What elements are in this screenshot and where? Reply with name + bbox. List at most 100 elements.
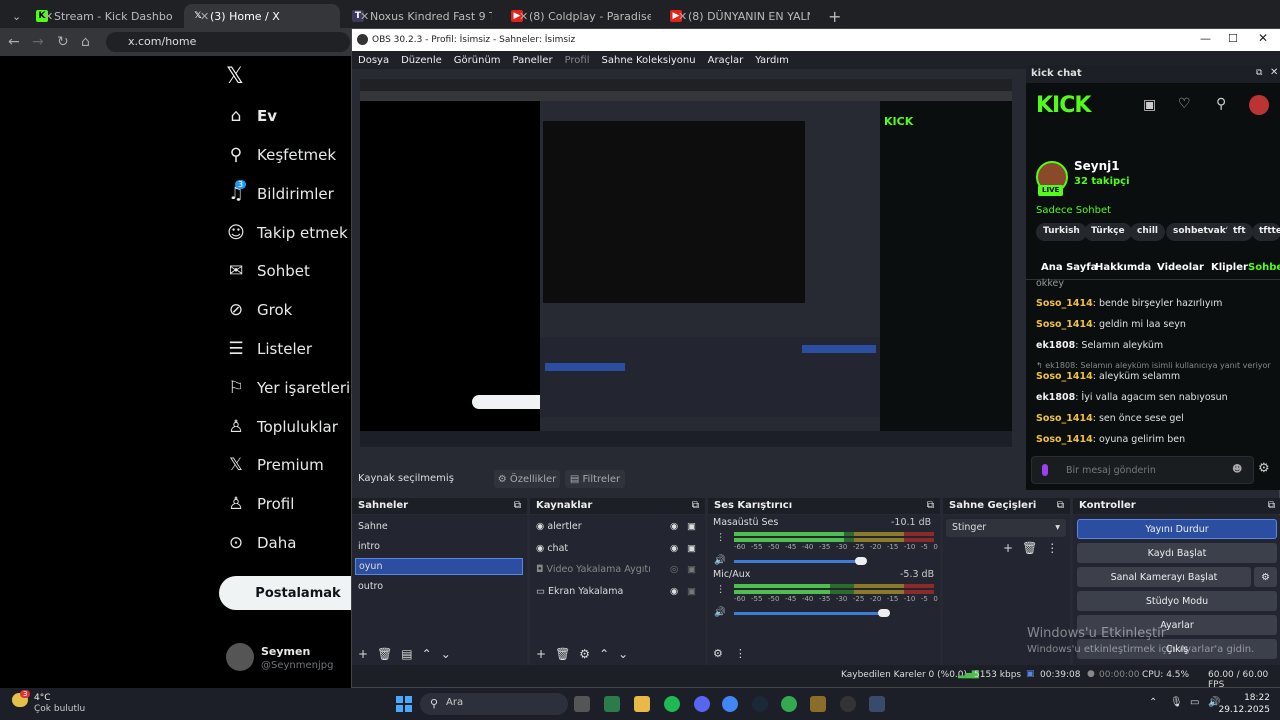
start-recording-button[interactable]: Kaydı Başlat [1077,543,1277,563]
app-icon[interactable] [810,696,826,712]
tab-coldplay[interactable]: ▶ (8) Coldplay - Paradise (Official ✕ [503,4,659,28]
tab-dunyanin[interactable]: ▶ (8) DÜNYANIN EN YALNIZ EVİN ✕ [662,4,818,28]
filter-icon[interactable]: ▤ [401,647,412,661]
speaker-icon[interactable]: 🔊 [714,555,726,566]
close-icon[interactable]: ✕ [1270,67,1278,78]
nav-lists[interactable]: ☰ Listeler [226,339,312,359]
spotify-icon[interactable] [664,696,680,712]
nav-bookmarks[interactable]: ⚐ Yer işaretleri [226,378,350,398]
trash-icon[interactable]: 🗑 [1022,541,1037,555]
eye-off-icon[interactable]: ◎ [670,564,678,575]
settings-icon[interactable]: ⚙ [1258,461,1270,476]
nav-more[interactable]: ⊙ Daha [226,533,297,553]
nav-notifications[interactable]: ♫ 3 Bildirimler [226,180,334,204]
close-icon[interactable]: ✕ [360,10,369,23]
tab-list-button[interactable]: ⌄ [4,4,26,28]
obs-preview[interactable]: KICK [360,79,1012,447]
menu-profile[interactable]: Profil [565,55,590,66]
task-view-icon[interactable] [574,696,590,712]
arrow-down-icon[interactable]: ⌄ [441,647,451,661]
source-item[interactable]: ◘ Video Yakalama Aygıtı [536,564,651,575]
close-icon[interactable]: ✕ [200,10,209,23]
kick-logo[interactable]: KICK [1036,93,1091,118]
tag-chip[interactable]: chill [1130,223,1165,241]
float-icon[interactable]: ⧉ [1268,500,1275,511]
tab-home[interactable]: Ana Sayfa [1041,262,1097,273]
nav-profile[interactable]: ♙ Profil [226,494,294,514]
virtual-camera-button[interactable]: Sanal Kamerayı Başlat [1077,567,1251,587]
menu-scene-collection[interactable]: Sahne Koleksiyonu [602,55,696,66]
source-item[interactable]: ◉ chat [536,543,568,554]
tray-expand-icon[interactable]: ⌃ [1149,697,1157,708]
close-icon[interactable]: ✕ [44,10,53,23]
menu-edit[interactable]: Düzenle [401,55,442,66]
lock-icon[interactable]: ▣ [687,543,696,554]
eye-icon[interactable]: ◉ [670,586,678,597]
speaker-icon[interactable]: 🔊 [714,607,726,618]
nav-grok[interactable]: ⊘ Grok [226,300,292,320]
forward-icon[interactable]: → [32,34,44,50]
menu-help[interactable]: Yardım [755,55,789,66]
source-item[interactable]: ◉ alertler [536,521,582,532]
user-avatar[interactable] [1249,95,1269,115]
transition-select[interactable]: Stinger ▾ [946,519,1066,537]
x-logo[interactable]: 𝕏 [226,64,244,89]
steam-icon[interactable] [752,696,768,712]
tab-x-home[interactable]: 𝕏 (3) Home / X ✕ [184,4,340,28]
add-icon[interactable]: + [358,647,368,661]
scene-item-selected[interactable]: oyun [355,558,523,575]
lock-icon[interactable]: ▣ [687,586,696,597]
float-icon[interactable]: ⧉ [927,500,934,511]
close-icon[interactable]: ✕ [1258,31,1268,45]
volume-slider[interactable] [734,560,859,563]
float-icon[interactable]: ⧉ [1057,500,1064,511]
tab-videos[interactable]: Videolar [1157,262,1204,273]
avatar[interactable] [226,643,254,671]
menu-tools[interactable]: Araçlar [708,55,744,66]
channel-name[interactable]: Seynj1 [1074,159,1120,173]
nav-explore[interactable]: ⚲ Keşfetmek [226,145,336,165]
arrow-down-icon[interactable]: ⌄ [618,647,628,661]
lock-icon[interactable]: ▣ [687,564,696,575]
float-icon[interactable]: ⧉ [1256,68,1262,78]
tab-tft[interactable]: T Noxus Kindred Fast 9 TFT Comp ✕ [344,4,500,28]
scene-item[interactable]: intro [358,541,380,552]
tab-about[interactable]: Hakkımda [1095,262,1151,273]
mic-icon[interactable]: 🎙 [1170,697,1183,708]
float-icon[interactable]: ⧉ [692,500,699,511]
search-icon[interactable]: ⚲ [1216,96,1226,112]
nav-home[interactable]: ⌂ Ev [226,106,277,126]
address-bar[interactable]: x.com/home [106,32,350,52]
tab-clips[interactable]: Klipler [1211,262,1248,273]
obs-icon[interactable] [840,696,856,712]
virtual-camera-settings-button[interactable]: ⚙ [1254,567,1277,587]
volume-slider-handle[interactable] [878,609,890,617]
discord-icon[interactable] [694,696,710,712]
browse-icon[interactable]: ▣ [1143,97,1156,113]
more-icon[interactable]: ⋮ [716,532,726,543]
taskbar-search[interactable]: Ara [420,693,568,715]
scene-item[interactable]: Sahne [358,521,388,532]
app-icon[interactable] [604,696,620,712]
trash-icon[interactable]: 🗑 [555,647,570,661]
app-icon[interactable] [869,696,885,712]
lock-icon[interactable]: ▣ [687,521,696,532]
new-tab-button[interactable]: + [820,4,840,28]
trash-icon[interactable]: 🗑 [377,647,392,661]
menu-docks[interactable]: Paneller [513,55,553,66]
arrow-up-icon[interactable]: ⌃ [599,647,609,661]
close-icon[interactable]: ✕ [519,10,528,23]
nav-follow[interactable]: ☺ Takip etmek [226,223,348,243]
reload-icon[interactable]: ↻ [57,34,69,50]
nav-premium[interactable]: 𝕏 Premium [226,455,324,475]
properties-button[interactable]: ⚙ Özellikler [494,470,560,488]
nav-chat[interactable]: ✉ Sohbet [226,261,310,281]
windows-start-icon[interactable] [396,696,412,712]
arrow-up-icon[interactable]: ⌃ [422,647,432,661]
clock-date[interactable]: 29.12.2025 [1218,705,1270,715]
tab-kick-dashboard[interactable]: K Stream - Kick Dashboard ✕ [28,4,180,28]
maximize-icon[interactable]: ☐ [1228,32,1238,45]
clock-time[interactable]: 18:22 [1230,693,1270,703]
add-icon[interactable]: + [1003,541,1013,555]
tag-chip[interactable]: Turkish [1036,223,1087,241]
